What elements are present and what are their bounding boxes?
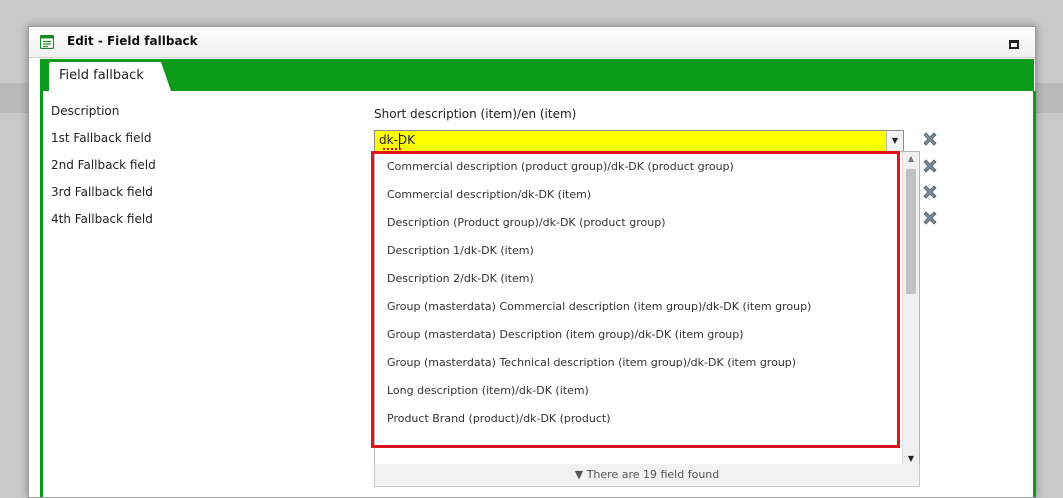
label-fallback-1: 1st Fallback field xyxy=(51,131,152,145)
fallback-1-input[interactable]: dk-DK xyxy=(379,133,415,147)
x-icon[interactable] xyxy=(921,183,939,201)
edit-dialog: Edit - Field fallback Field fallback Des… xyxy=(28,26,1036,498)
description-value: Short description (item)/en (item) xyxy=(374,107,577,121)
label-description: Description xyxy=(51,104,120,118)
scroll-thumb[interactable] xyxy=(906,169,916,294)
spellcheck-underline xyxy=(383,148,401,150)
list-item[interactable]: Description 2/dk-DK (item) xyxy=(387,272,534,285)
triangle-down-icon: ▼ xyxy=(574,468,584,481)
list-item[interactable]: Description 1/dk-DK (item) xyxy=(387,244,534,257)
results-count: There are 19 field found xyxy=(586,468,720,481)
text-caret xyxy=(399,133,400,148)
form-icon xyxy=(40,35,54,49)
list-item[interactable]: Description (Product group)/dk-DK (produ… xyxy=(387,216,665,229)
chevron-down-icon[interactable]: ▼ xyxy=(886,131,903,151)
dialog-title: Edit - Field fallback xyxy=(67,34,198,48)
list-item[interactable]: Group (masterdata) Description (item gro… xyxy=(387,328,744,341)
list-item[interactable]: Long description (item)/dk-DK (item) xyxy=(387,384,589,397)
list-item[interactable]: Commercial description/dk-DK (item) xyxy=(387,188,591,201)
x-icon[interactable] xyxy=(921,157,939,175)
scroll-up-icon[interactable]: ▲ xyxy=(903,152,919,166)
dropdown-footer[interactable]: ▼ There are 19 field found xyxy=(374,464,920,487)
x-icon[interactable] xyxy=(921,209,939,227)
x-icon[interactable] xyxy=(921,130,939,148)
list-item[interactable]: Group (masterdata) Technical description… xyxy=(387,356,796,369)
tab-corner xyxy=(161,62,171,91)
list-item[interactable]: Group (masterdata) Commercial descriptio… xyxy=(387,300,811,313)
fallback-dropdown-list[interactable]: Commercial description (product group)/d… xyxy=(374,151,920,467)
fallback-1-combobox[interactable]: dk-DK ▼ xyxy=(374,130,904,152)
label-fallback-2: 2nd Fallback field xyxy=(51,158,156,172)
tab-field-fallback[interactable]: Field fallback xyxy=(49,62,163,91)
dropdown-scrollbar[interactable]: ▲ ▼ xyxy=(902,152,919,466)
form-panel: Description 1st Fallback field 2nd Fallb… xyxy=(40,91,1036,497)
list-item[interactable]: Commercial description (product group)/d… xyxy=(387,160,734,173)
label-fallback-3: 3rd Fallback field xyxy=(51,185,153,199)
list-item[interactable]: Product Brand (product)/dk-DK (product) xyxy=(387,412,611,425)
dialog-titlebar: Edit - Field fallback xyxy=(29,27,1035,58)
tab-strip: Field fallback xyxy=(40,59,1034,91)
maximize-icon[interactable] xyxy=(1009,40,1019,49)
label-fallback-4: 4th Fallback field xyxy=(51,212,153,226)
